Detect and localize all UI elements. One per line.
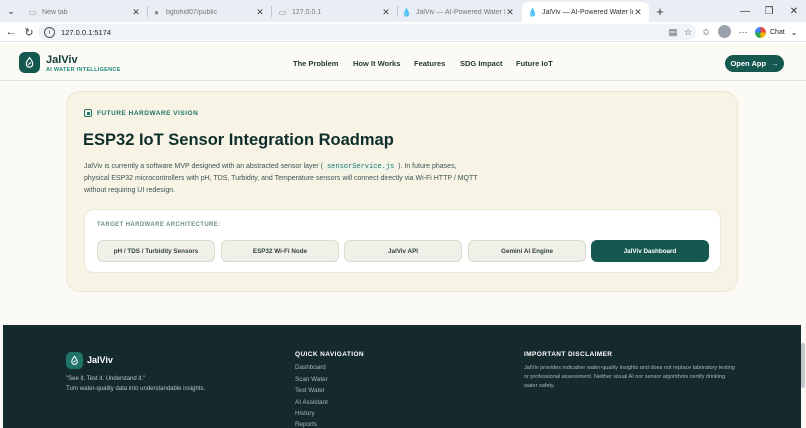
eyebrow-label: FUTURE HARDWARE VISION: [97, 109, 199, 117]
tab-localhost[interactable]: ▭ 127.0.0.1 ✕: [272, 2, 397, 22]
nav-sdg-impact[interactable]: SDG Impact: [460, 59, 503, 68]
footer-subtitle: Turn water-quality data into understanda…: [66, 386, 206, 392]
more-options-icon[interactable]: ⋯: [736, 25, 750, 39]
droplet-leaf-icon: [71, 355, 78, 365]
reload-icon[interactable]: ↻: [21, 24, 37, 40]
footer-link-scan-water[interactable]: Scan Water: [295, 376, 328, 383]
open-app-button[interactable]: Open App →: [725, 55, 784, 72]
arch-step-sensors: pH / TDS / Turbidity Sensors: [97, 240, 215, 262]
footer-logo-icon: [66, 352, 83, 369]
architecture-panel: TARGET HARDWARE ARCHITECTURE: pH / TDS /…: [84, 209, 721, 273]
tab-label: bgtohid07/public: [166, 8, 217, 16]
footer-link-test-water[interactable]: Test Water: [295, 387, 325, 394]
roadmap-title: ESP32 IoT Sensor Integration Roadmap: [83, 131, 394, 149]
chat-label: Chat: [770, 28, 785, 36]
copilot-chat-button[interactable]: Chat ⌄: [755, 25, 798, 39]
disclaimer-text: JalViv provides indicative water-quality…: [524, 365, 735, 389]
droplet-icon: 💧: [401, 7, 412, 17]
new-tab-button[interactable]: +: [652, 3, 668, 19]
nav-future-iot[interactable]: Future IoT: [516, 59, 553, 68]
site-info-icon[interactable]: i: [44, 26, 55, 38]
section-eyebrow: FUTURE HARDWARE VISION: [84, 109, 198, 117]
profile-avatar[interactable]: [718, 25, 731, 38]
close-icon[interactable]: ✕: [633, 7, 643, 18]
url-text: 127.0.0.1:5174: [61, 27, 112, 37]
page-icon: ▭: [28, 7, 37, 17]
footer-link-history[interactable]: History: [295, 410, 315, 417]
nav-the-problem[interactable]: The Problem: [293, 59, 338, 68]
footer-link-dashboard[interactable]: Dashboard: [295, 364, 326, 371]
roadmap-description: JalViv is currently a software MVP desig…: [84, 161, 479, 197]
arch-step-esp32: ESP32 Wi-Fi Node: [221, 240, 339, 262]
disclaimer-heading: IMPORTANT DISCLAIMER: [524, 351, 613, 358]
tab-search-chevron-icon[interactable]: ⌄: [3, 3, 19, 19]
droplet-leaf-icon: [25, 56, 34, 68]
tab-label: New tab: [42, 8, 68, 16]
nav-how-it-works[interactable]: How It Works: [353, 59, 400, 68]
address-bar[interactable]: i 127.0.0.1:5174 ▤ ☆: [38, 24, 696, 40]
quick-nav-heading: QUICK NAVIGATION: [295, 351, 364, 358]
close-icon[interactable]: ✕: [505, 7, 515, 18]
favorite-star-icon[interactable]: ☆: [681, 25, 695, 39]
page-scrollbar[interactable]: [801, 343, 805, 388]
reader-mode-icon[interactable]: ▤: [666, 25, 680, 39]
footer-brand: JalViv: [87, 355, 113, 365]
minimize-icon[interactable]: —: [733, 2, 757, 20]
arrow-right-icon: →: [771, 59, 779, 68]
footer-link-ai-assistant[interactable]: AI Assistant: [295, 399, 328, 406]
chip-icon: [84, 109, 92, 117]
footer-quote: "See it. Test it. Understand it.": [66, 376, 146, 382]
restore-icon[interactable]: ❐: [757, 2, 781, 20]
open-app-label: Open App: [730, 59, 767, 68]
tab-label: JalViv — AI-Powered Water Intellig: [542, 8, 633, 16]
favorites-icon[interactable]: ✩: [699, 25, 713, 39]
tab-new-tab[interactable]: ▭ New tab ✕: [22, 2, 147, 22]
droplet-icon: 💧: [527, 7, 538, 17]
close-icon[interactable]: ✕: [255, 7, 265, 18]
jalviv-logo-icon[interactable]: [19, 52, 40, 73]
brand-tagline: AI WATER INTELLIGENCE: [46, 67, 121, 73]
footer-link-reports[interactable]: Reports: [295, 421, 317, 428]
iot-roadmap-card: FUTURE HARDWARE VISION ESP32 IoT Sensor …: [66, 91, 738, 292]
back-icon[interactable]: ←: [3, 24, 19, 40]
code-snippet: sensorService.js: [324, 163, 397, 171]
tab-github[interactable]: ● bgtohid07/public ✕: [146, 2, 271, 22]
chevron-down-icon: ⌄: [790, 27, 798, 37]
page-icon: ▭: [278, 7, 287, 17]
tab-label: 127.0.0.1: [292, 8, 322, 16]
close-icon[interactable]: ✕: [131, 7, 141, 18]
description-text: JalViv is currently a software MVP desig…: [84, 163, 324, 170]
github-icon: ●: [154, 7, 159, 17]
arch-step-api: JalViv API: [344, 240, 462, 262]
site-header: JalViv AI WATER INTELLIGENCE The Problem…: [0, 43, 806, 81]
copilot-icon: [755, 26, 766, 38]
architecture-label: TARGET HARDWARE ARCHITECTURE:: [97, 222, 221, 228]
arch-step-gemini: Gemini AI Engine: [468, 240, 586, 262]
tab-jalviv-1[interactable]: 💧 JalViv — AI-Powered Water Intellig ✕: [396, 2, 521, 22]
site-footer: JalViv "See it. Test it. Understand it."…: [3, 325, 801, 428]
close-window-icon[interactable]: ✕: [782, 2, 806, 20]
arch-step-dashboard: JalViv Dashboard: [591, 240, 709, 262]
close-icon[interactable]: ✕: [381, 7, 391, 18]
page-content: JalViv AI WATER INTELLIGENCE The Problem…: [0, 43, 806, 428]
tab-strip: ⌄ ▭ New tab ✕ ● bgtohid07/public ✕ ▭ 127…: [0, 0, 806, 22]
tab-label: JalViv — AI-Powered Water Intellig: [416, 8, 505, 16]
nav-features[interactable]: Features: [414, 59, 445, 68]
brand-name[interactable]: JalViv: [46, 54, 78, 66]
tab-jalviv-active[interactable]: 💧 JalViv — AI-Powered Water Intellig ✕: [522, 2, 649, 22]
address-toolbar: ← ↻ i 127.0.0.1:5174 ▤ ☆ ✩ ⋯ Chat ⌄: [0, 22, 806, 42]
